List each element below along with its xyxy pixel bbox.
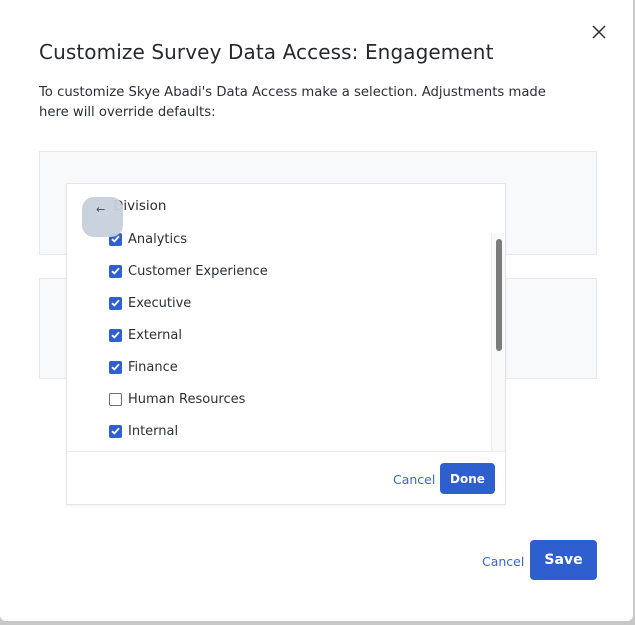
division-option[interactable]: Executive: [109, 293, 191, 313]
division-option-list: Analytics Customer Experience Executive Ext…: [67, 230, 491, 451]
popover-header: ← Division: [67, 184, 505, 237]
division-option[interactable]: Finance: [109, 357, 178, 377]
division-option-label: Human Resources: [128, 391, 246, 407]
popover-done-button[interactable]: Done: [440, 463, 495, 494]
popover-cancel-button[interactable]: Cancel: [393, 472, 435, 487]
checkbox-unchecked[interactable]: [109, 392, 122, 406]
division-option[interactable]: Customer Experience: [109, 261, 268, 281]
modal-description: To customize Skye Abadi's Data Access ma…: [39, 85, 546, 120]
scrollbar-thumb[interactable]: [496, 239, 502, 351]
checkmark-icon: [111, 267, 120, 275]
checkbox-checked[interactable]: [109, 296, 122, 310]
checkbox-checked[interactable]: [109, 328, 122, 342]
division-option-label: External: [128, 327, 182, 343]
division-option[interactable]: Human Resources: [109, 389, 245, 409]
checkmark-icon: [111, 331, 120, 339]
division-filter-popover: ← Division Analytics Customer Experience E…: [66, 183, 506, 505]
division-option[interactable]: Internal: [109, 421, 178, 441]
division-option-label: Executive: [128, 295, 192, 311]
modal-title: Customize Survey Data Access: Engagement: [39, 40, 494, 64]
division-option-label: Analytics: [128, 231, 188, 247]
back-button[interactable]: ←: [82, 197, 123, 237]
division-option-label: Customer Experience: [128, 263, 268, 279]
checkbox-checked[interactable]: [109, 424, 122, 438]
checkbox-checked[interactable]: [109, 360, 122, 374]
close-x-icon: [592, 25, 606, 39]
close-button[interactable]: [589, 22, 609, 42]
division-option[interactable]: External: [109, 325, 182, 345]
checkmark-icon: [111, 363, 120, 371]
division-option[interactable]: Analytics: [109, 230, 187, 249]
scrollbar-track[interactable]: [491, 233, 505, 451]
division-option-label: Finance: [128, 359, 178, 375]
modal-save-button[interactable]: Save: [530, 540, 597, 580]
modal-cancel-button[interactable]: Cancel: [482, 554, 524, 569]
checkbox-checked[interactable]: [109, 264, 122, 278]
arrow-left-icon: ←: [96, 203, 106, 216]
checkmark-icon: [111, 299, 120, 307]
checkmark-icon: [111, 427, 120, 435]
popover-footer: Cancel Done: [67, 451, 505, 505]
customize-access-modal: Customize Survey Data Access: Engagement…: [0, 0, 633, 621]
division-option-label: Internal: [128, 423, 179, 439]
